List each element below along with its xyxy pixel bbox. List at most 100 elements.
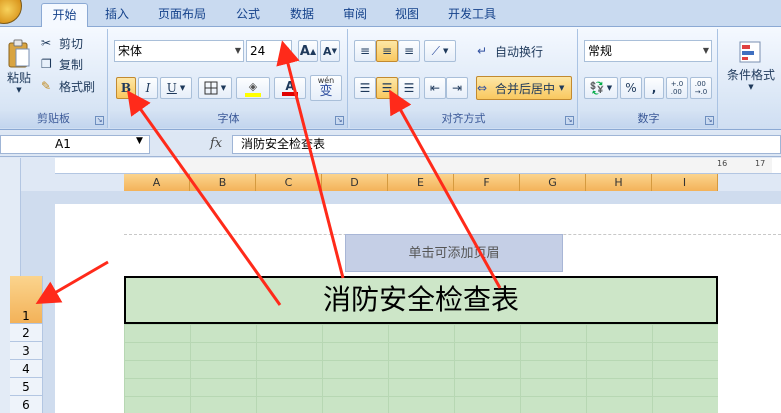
copy-button[interactable]: ❐ 复制 [40,53,100,75]
bold-button[interactable]: B [116,77,136,99]
phonetic-guide-button[interactable]: wén 变 [310,75,342,101]
row-header-1[interactable]: 1 [10,276,43,324]
ribbon-tab-bar: 开始 插入 页面布局 公式 数据 审阅 视图 开发工具 [0,0,781,28]
tab-data[interactable]: 数据 [280,3,324,27]
tab-view[interactable]: 视图 [385,3,429,27]
number-dialog-launcher[interactable]: ↘ [705,116,714,125]
increase-decimal-button[interactable]: +.0 .00 [666,77,688,99]
paste-button[interactable]: 粘贴 ▼ [2,31,36,101]
align-center-button[interactable]: ☰ [376,77,398,99]
page-header-area[interactable]: 单击可添加页眉 [345,234,563,272]
tab-developer[interactable]: 开发工具 [440,3,504,27]
align-right-icon: ☰ [403,81,415,95]
tab-insert[interactable]: 插入 [95,3,139,27]
font-color-icon: A [285,79,295,93]
decrease-indent-button[interactable]: ⇤ [424,77,446,99]
font-dialog-launcher[interactable]: ↘ [335,116,344,125]
text-orientation-icon: ⟋ [431,43,440,58]
clipboard-dialog-launcher[interactable]: ↘ [95,116,104,125]
merge-center-button[interactable]: ⇔ 合并后居中 ▼ [476,76,572,100]
name-box-dropdown-icon[interactable]: ▼ [136,136,143,146]
italic-button[interactable]: I [138,77,158,99]
chevron-down-icon: ▼ [559,84,565,92]
decrease-decimal-button[interactable]: .00 →.0 [690,77,712,99]
column-header-h[interactable]: H [586,174,652,191]
row-header-6[interactable]: 6 [10,396,43,413]
font-size-select[interactable]: 24 ▼ [246,40,292,62]
font-name-select[interactable]: 宋体 ▼ [114,40,244,62]
align-middle-button[interactable]: ≡ [376,40,398,62]
percent-style-button[interactable]: % [620,77,642,99]
align-right-button[interactable]: ☰ [398,77,420,99]
borders-button[interactable]: ▼ [198,77,232,99]
alignment-dialog-launcher[interactable]: ↘ [565,116,574,125]
column-header-i[interactable]: I [652,174,718,191]
comma-style-button[interactable]: , [644,77,664,99]
chevron-down-icon: ▼ [220,84,227,92]
row-header-5[interactable]: 5 [10,378,43,396]
align-left-button[interactable]: ☰ [354,77,376,99]
paste-label: 粘贴 [6,70,31,85]
format-painter-button[interactable]: ✎ 格式刷 [40,75,104,97]
fill-color-swatch [245,92,261,97]
column-header-a[interactable]: A [124,174,190,191]
scissors-icon: ✂ [41,36,52,50]
align-top-button[interactable]: ≡ [354,40,376,62]
orientation-button[interactable]: ⟋ ▼ [424,40,456,62]
fill-color-button[interactable]: ◈ [236,77,270,99]
borders-icon [204,81,218,95]
clipboard-group-label: 剪贴板 [0,111,107,128]
align-bottom-button[interactable]: ≡ [398,40,420,62]
increase-indent-button[interactable]: ⇥ [446,77,468,99]
merge-cells-icon: ⇔ [477,81,488,95]
tab-review[interactable]: 审阅 [333,3,377,27]
wrap-text-button[interactable]: ↵ 自动换行 [476,40,572,62]
tab-home[interactable]: 开始 [41,3,88,28]
percent-icon: % [625,81,637,95]
conditional-format-button[interactable]: 条件格式 ▼ [722,33,780,97]
column-header-f[interactable]: F [454,174,520,191]
conditional-format-label: 条件格式 [726,67,775,82]
name-box[interactable]: A1 [0,135,150,154]
row-header-2[interactable]: 2 [10,324,43,342]
chevron-down-icon: ▼ [702,46,709,55]
cell-reference: A1 [55,137,71,151]
office-button[interactable] [0,0,22,24]
tab-formulas[interactable]: 公式 [226,3,270,27]
column-header-g[interactable]: G [520,174,586,191]
insert-function-button[interactable]: fx [210,136,222,151]
conditional-format-icon [739,41,761,62]
formula-input[interactable]: 消防安全检查表 [232,135,781,154]
chevron-down-icon: ▼ [282,46,289,55]
phonetic-icon: 变 [319,84,333,99]
bold-icon: B [120,81,132,95]
chevron-down-icon: ▼ [179,84,186,92]
alignment-group-label: 对齐方式 [350,111,577,128]
chevron-down-icon: ▼ [606,84,613,92]
merged-title-cell[interactable]: 消防安全检查表 [124,276,718,324]
currency-icon: 💱 [589,81,605,95]
font-name-value: 宋体 [118,44,143,58]
cut-button[interactable]: ✂ 剪切 [40,32,100,54]
currency-format-button[interactable]: 💱 ▼ [584,77,618,99]
paste-dropdown-icon: ▼ [16,85,22,94]
column-header-c[interactable]: C [256,174,322,191]
formula-bar: A1 ▼ fx 消防安全检查表 [0,132,781,157]
row-header-3[interactable]: 3 [10,342,43,360]
ruler-mark: 16 [717,159,728,168]
tab-page-layout[interactable]: 页面布局 [150,3,214,27]
grow-font-button[interactable]: A ▲ [298,40,318,62]
font-color-button[interactable]: A [274,77,306,99]
font-color-swatch [282,92,298,96]
font-group-label: 字体 [110,111,347,128]
align-left-icon: ☰ [359,81,371,95]
row-header-4[interactable]: 4 [10,360,43,378]
column-header-d[interactable]: D [322,174,388,191]
cell-grid[interactable] [124,324,718,413]
underline-button[interactable]: U ▼ [160,77,192,99]
number-format-select[interactable]: 常规 ▼ [584,40,712,62]
comma-icon: , [651,81,657,95]
column-header-e[interactable]: E [388,174,454,191]
column-header-b[interactable]: B [190,174,256,191]
shrink-font-button[interactable]: A ▼ [320,40,340,62]
